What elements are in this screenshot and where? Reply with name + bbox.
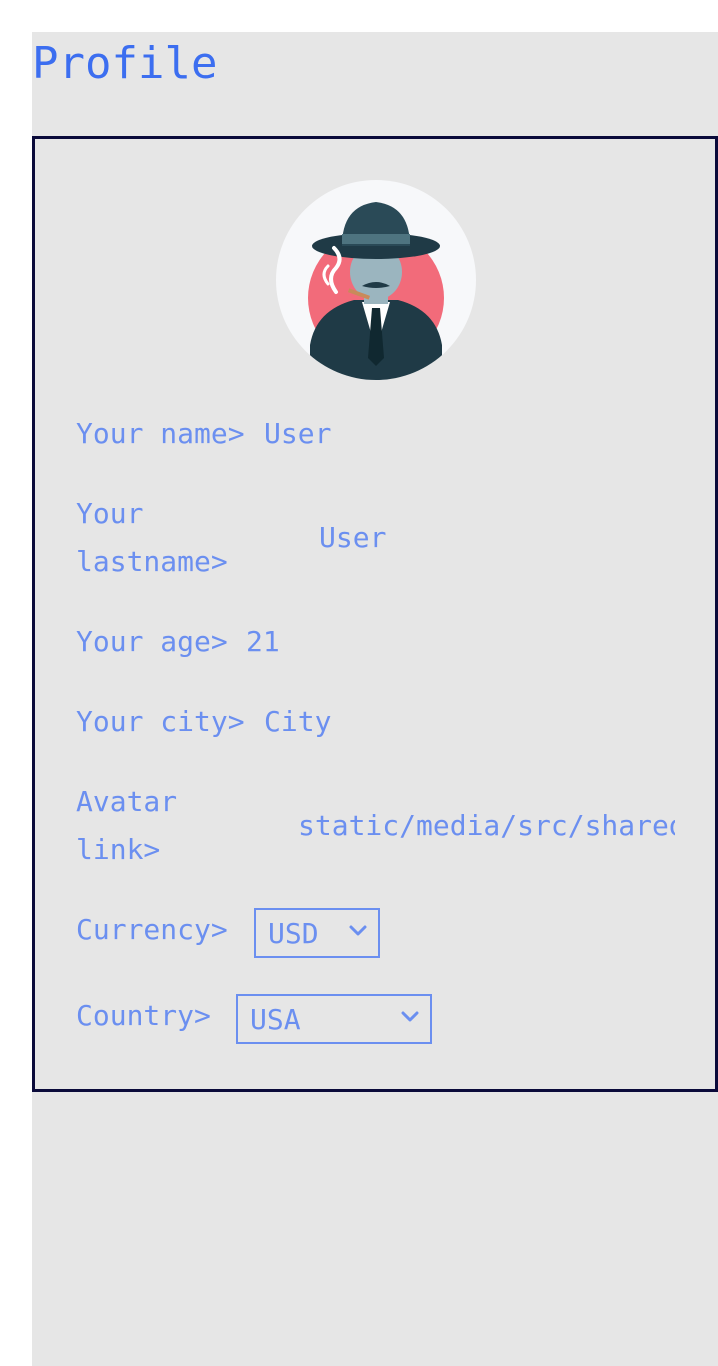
city-label: Your city>	[76, 705, 245, 738]
currency-select[interactable]: USD	[254, 908, 380, 958]
spy-avatar-icon	[308, 202, 444, 380]
country-selected: USA	[250, 1003, 301, 1036]
age-value[interactable]: 21	[246, 618, 280, 666]
city-value[interactable]: City	[264, 698, 331, 746]
currency-label: Currency>	[76, 913, 228, 946]
country-select[interactable]: USA	[236, 994, 432, 1044]
chevron-down-icon	[401, 1011, 419, 1022]
name-value[interactable]: User	[264, 410, 331, 458]
profile-card: Your name> User Your lastname> User Your…	[32, 136, 718, 1092]
lastname-value[interactable]: User	[319, 514, 386, 562]
lastname-label-line2: lastname>	[76, 545, 228, 578]
avatar-link-label-line2: link>	[76, 833, 161, 866]
page-title: Profile	[32, 38, 218, 89]
name-label: Your name>	[76, 417, 245, 450]
lastname-label-line1: Your	[76, 497, 144, 530]
avatar-link-value[interactable]: static/media/src/shared/images/avatar.pn…	[298, 802, 675, 850]
chevron-down-icon	[349, 925, 367, 936]
currency-selected: USD	[268, 917, 319, 950]
avatar-link-label-line1: Avatar	[76, 785, 178, 818]
avatar	[276, 180, 476, 380]
country-label: Country>	[76, 999, 211, 1032]
age-label: Your age>	[76, 625, 228, 658]
profile-page: Profile Your name> User Your lastname> U…	[32, 32, 718, 1366]
